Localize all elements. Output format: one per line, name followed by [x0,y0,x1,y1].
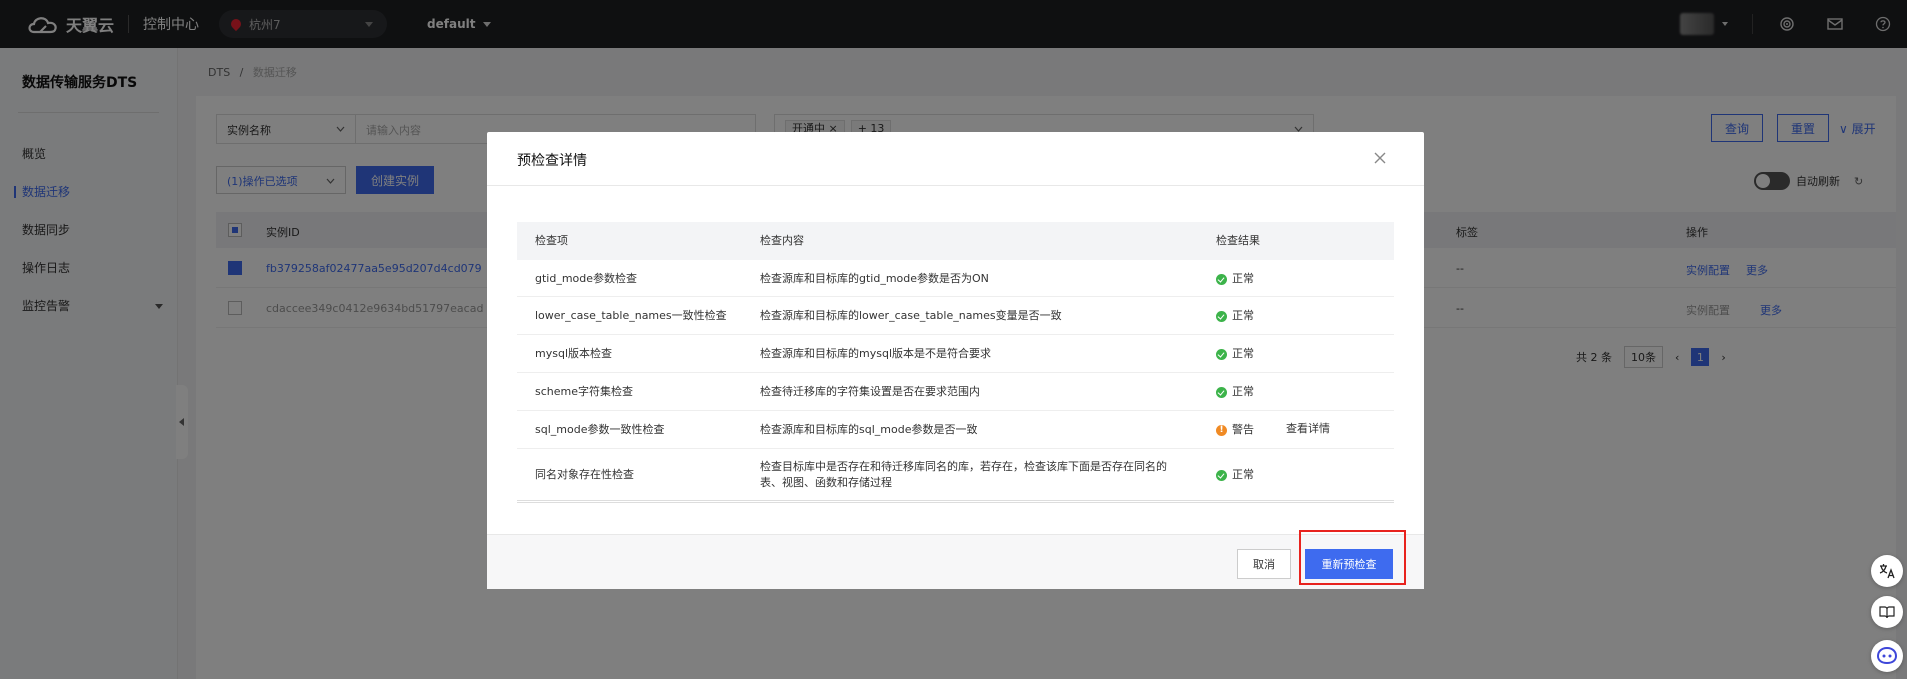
check-content: 检查源库和目标库的sql_mode参数是否一致 [760,423,978,436]
success-icon [1216,310,1227,322]
success-icon [1216,386,1227,398]
check-result: 正常 [1216,346,1254,362]
dialog-header: 预检查详情 [487,132,1424,186]
check-content: 检查目标库中是否存在和待迁移库同名的库，若存在，检查该库下面是否存在同名的 表、… [760,459,1167,491]
precheck-row: mysql版本检查 检查源库和目标库的mysql版本是不是符合要求 正常 [517,335,1394,373]
close-icon[interactable] [1372,150,1388,166]
success-icon [1216,348,1227,360]
highlight-annotation [1299,530,1406,585]
precheck-row: sql_mode参数一致性检查 检查源库和目标库的sql_mode参数是否一致 … [517,411,1394,449]
result-label: 正常 [1232,468,1254,481]
chat-assistant-icon[interactable] [1871,640,1903,672]
precheck-table: 检查项 检查内容 检查结果 gtid_mode参数检查 检查源库和目标库的gti… [517,222,1394,503]
check-item: gtid_mode参数检查 [535,272,638,285]
check-content: 检查源库和目标库的mysql版本是不是符合要求 [760,347,991,360]
check-content: 检查源库和目标库的lower_case_table_names变量是否一致 [760,309,1062,322]
translate-icon[interactable] [1871,555,1903,587]
result-label: 正常 [1232,385,1254,398]
check-content: 检查待迁移库的字符集设置是否在要求范围内 [760,385,980,398]
book-icon[interactable] [1871,596,1903,628]
check-item: mysql版本检查 [535,347,612,360]
dialog-footer: 取消 重新预检查 [487,534,1424,589]
warning-icon [1216,422,1227,438]
check-result: 正常 [1216,271,1254,287]
check-item: sql_mode参数一致性检查 [535,423,665,436]
column-header-check-result: 检查结果 [1216,234,1260,247]
success-icon [1216,469,1227,481]
check-item: 同名对象存在性检查 [535,468,634,481]
check-result: 正常 [1216,467,1254,483]
result-label: 正常 [1232,272,1254,285]
dialog-title: 预检查详情 [517,153,587,169]
column-header-check-item: 检查项 [535,234,568,247]
view-details-link[interactable]: 查看详情 [1286,421,1330,437]
cancel-button[interactable]: 取消 [1237,549,1291,579]
check-item: lower_case_table_names一致性检查 [535,309,727,322]
result-label: 警告 [1232,423,1254,436]
precheck-detail-dialog: 预检查详情 检查项 检查内容 检查结果 gtid_mode参数检查 检查源库和目… [487,132,1424,589]
success-icon [1216,273,1227,285]
check-content: 检查源库和目标库的gtid_mode参数是否为ON [760,272,989,285]
check-item: scheme字符集检查 [535,385,634,398]
precheck-table-header: 检查项 检查内容 检查结果 [517,222,1394,260]
result-label: 正常 [1232,347,1254,360]
precheck-row: gtid_mode参数检查 检查源库和目标库的gtid_mode参数是否为ON … [517,260,1394,297]
check-result: 正常 [1216,308,1254,324]
check-result: 正常 [1216,384,1254,400]
result-label: 正常 [1232,309,1254,322]
precheck-row: scheme字符集检查 检查待迁移库的字符集设置是否在要求范围内 正常 [517,373,1394,411]
precheck-row: lower_case_table_names一致性检查 检查源库和目标库的low… [517,297,1394,335]
check-result: 警告 [1216,422,1254,438]
precheck-row: 同名对象存在性检查 检查目标库中是否存在和待迁移库同名的库，若存在，检查该库下面… [517,449,1394,503]
check-content-line: 表、视图、函数和存储过程 [760,476,892,489]
column-header-check-content: 检查内容 [760,234,804,247]
check-content-line: 检查目标库中是否存在和待迁移库同名的库，若存在，检查该库下面是否存在同名的 [760,460,1167,473]
